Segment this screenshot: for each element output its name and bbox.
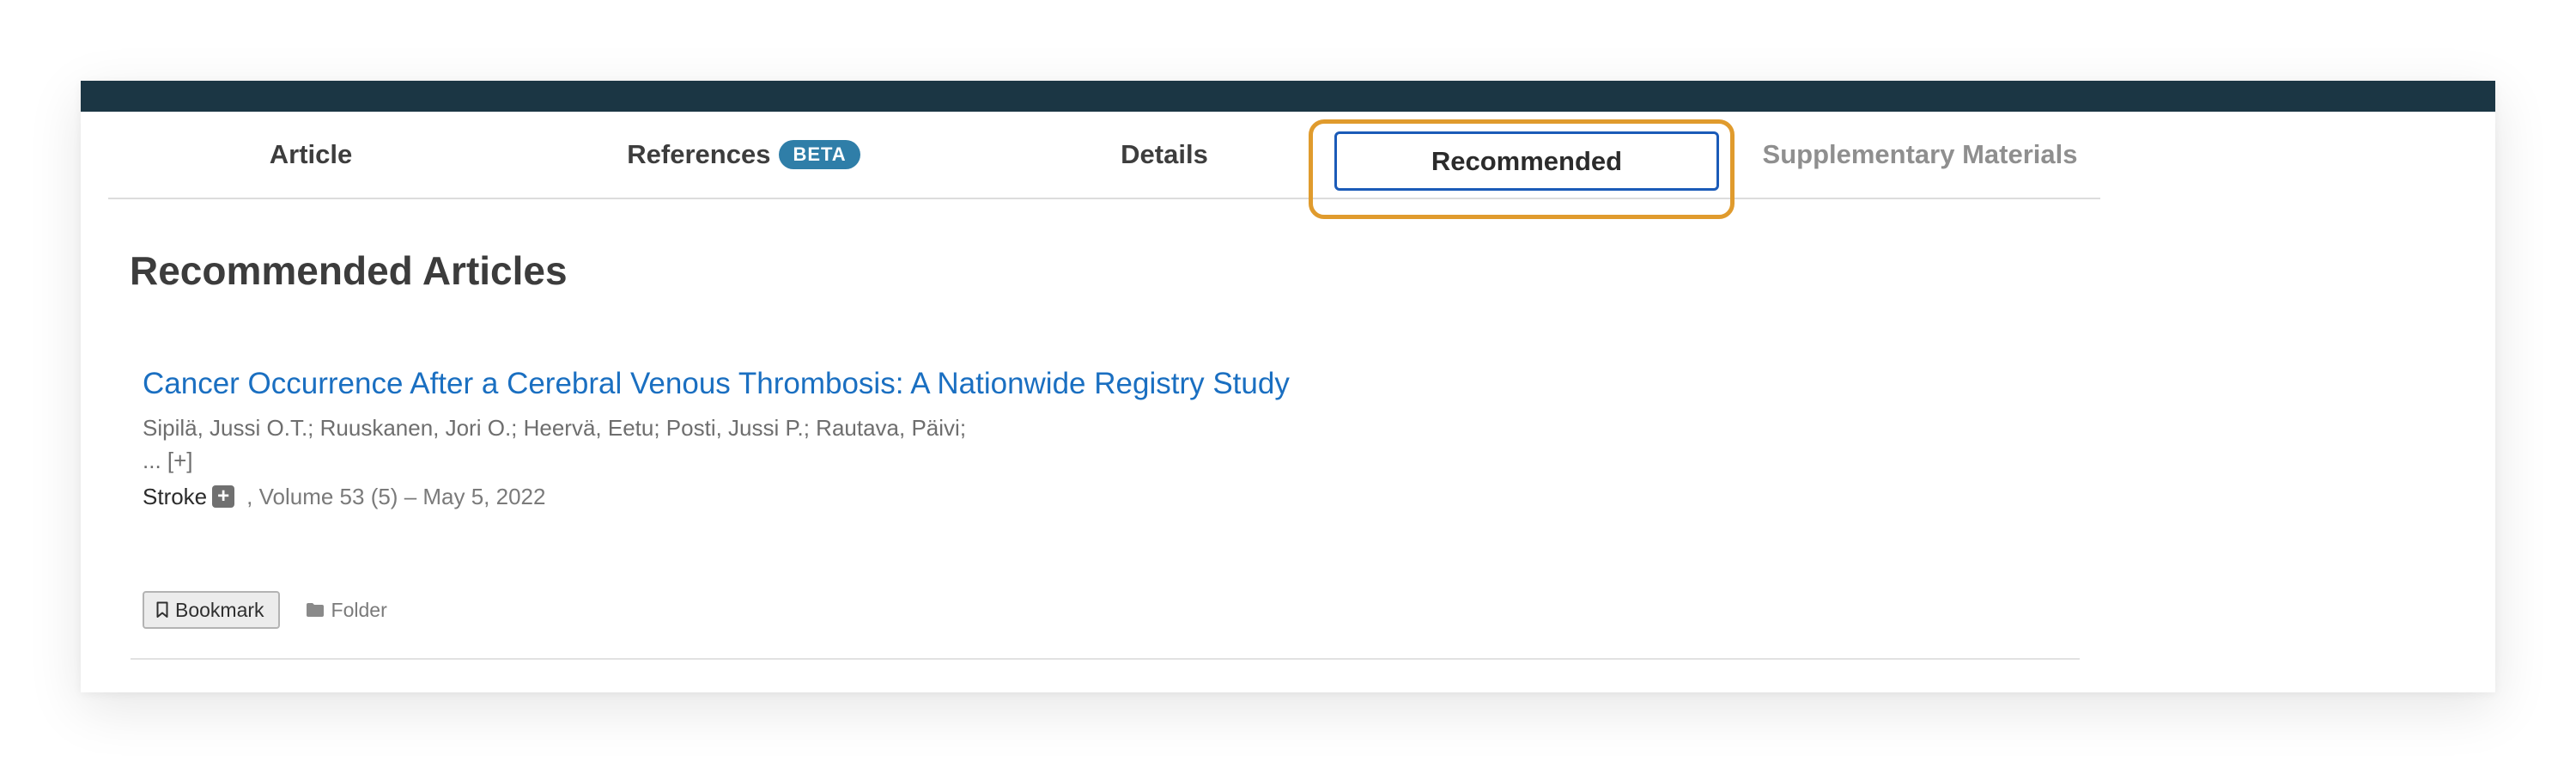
tab-references[interactable]: References BETA bbox=[572, 112, 915, 198]
tab-references-label: References bbox=[627, 139, 771, 169]
bookmark-button[interactable]: Bookmark bbox=[143, 591, 280, 629]
section-title: Recommended Articles bbox=[130, 248, 568, 293]
article-meta: Stroke + , Volume 53 (5) – May 5, 2022 bbox=[143, 480, 1362, 513]
top-bar bbox=[81, 81, 2495, 112]
recommended-article: Cancer Occurrence After a Cerebral Venou… bbox=[143, 361, 1362, 513]
tab-details[interactable]: Details bbox=[1061, 112, 1267, 198]
tab-details-label: Details bbox=[1121, 139, 1208, 169]
journal-name[interactable]: Stroke bbox=[143, 480, 207, 513]
more-authors-toggle[interactable]: ... [+] bbox=[143, 444, 1362, 477]
tab-article[interactable]: Article bbox=[208, 112, 414, 198]
bookmark-icon bbox=[156, 601, 168, 618]
article-actions: Bookmark Folder bbox=[143, 591, 387, 629]
tab-recommended[interactable]: Recommended bbox=[1334, 131, 1719, 191]
article-title-link[interactable]: Cancer Occurrence After a Cerebral Venou… bbox=[143, 361, 1362, 406]
folder-icon bbox=[306, 603, 324, 617]
tab-supplementary-materials[interactable]: Supplementary Materials bbox=[1740, 112, 2100, 198]
folder-label: Folder bbox=[331, 598, 387, 621]
folder-button[interactable]: Folder bbox=[306, 599, 387, 622]
bookmark-label: Bookmark bbox=[175, 598, 264, 621]
divider bbox=[131, 658, 2080, 660]
tab-recommended-label: Recommended bbox=[1431, 145, 1623, 176]
tab-supplementary-label: Supplementary Materials bbox=[1762, 139, 2078, 169]
tab-bar: Article References BETA Details Recommen… bbox=[108, 112, 2100, 219]
plus-square-icon[interactable]: + bbox=[212, 485, 235, 508]
tab-article-label: Article bbox=[269, 139, 353, 169]
beta-badge: BETA bbox=[779, 140, 860, 169]
article-panel: Article References BETA Details Recommen… bbox=[81, 81, 2495, 692]
article-authors: Sipilä, Jussi O.T.; Ruuskanen, Jori O.; … bbox=[143, 415, 967, 441]
volume-date: , Volume 53 (5) – May 5, 2022 bbox=[246, 484, 546, 509]
